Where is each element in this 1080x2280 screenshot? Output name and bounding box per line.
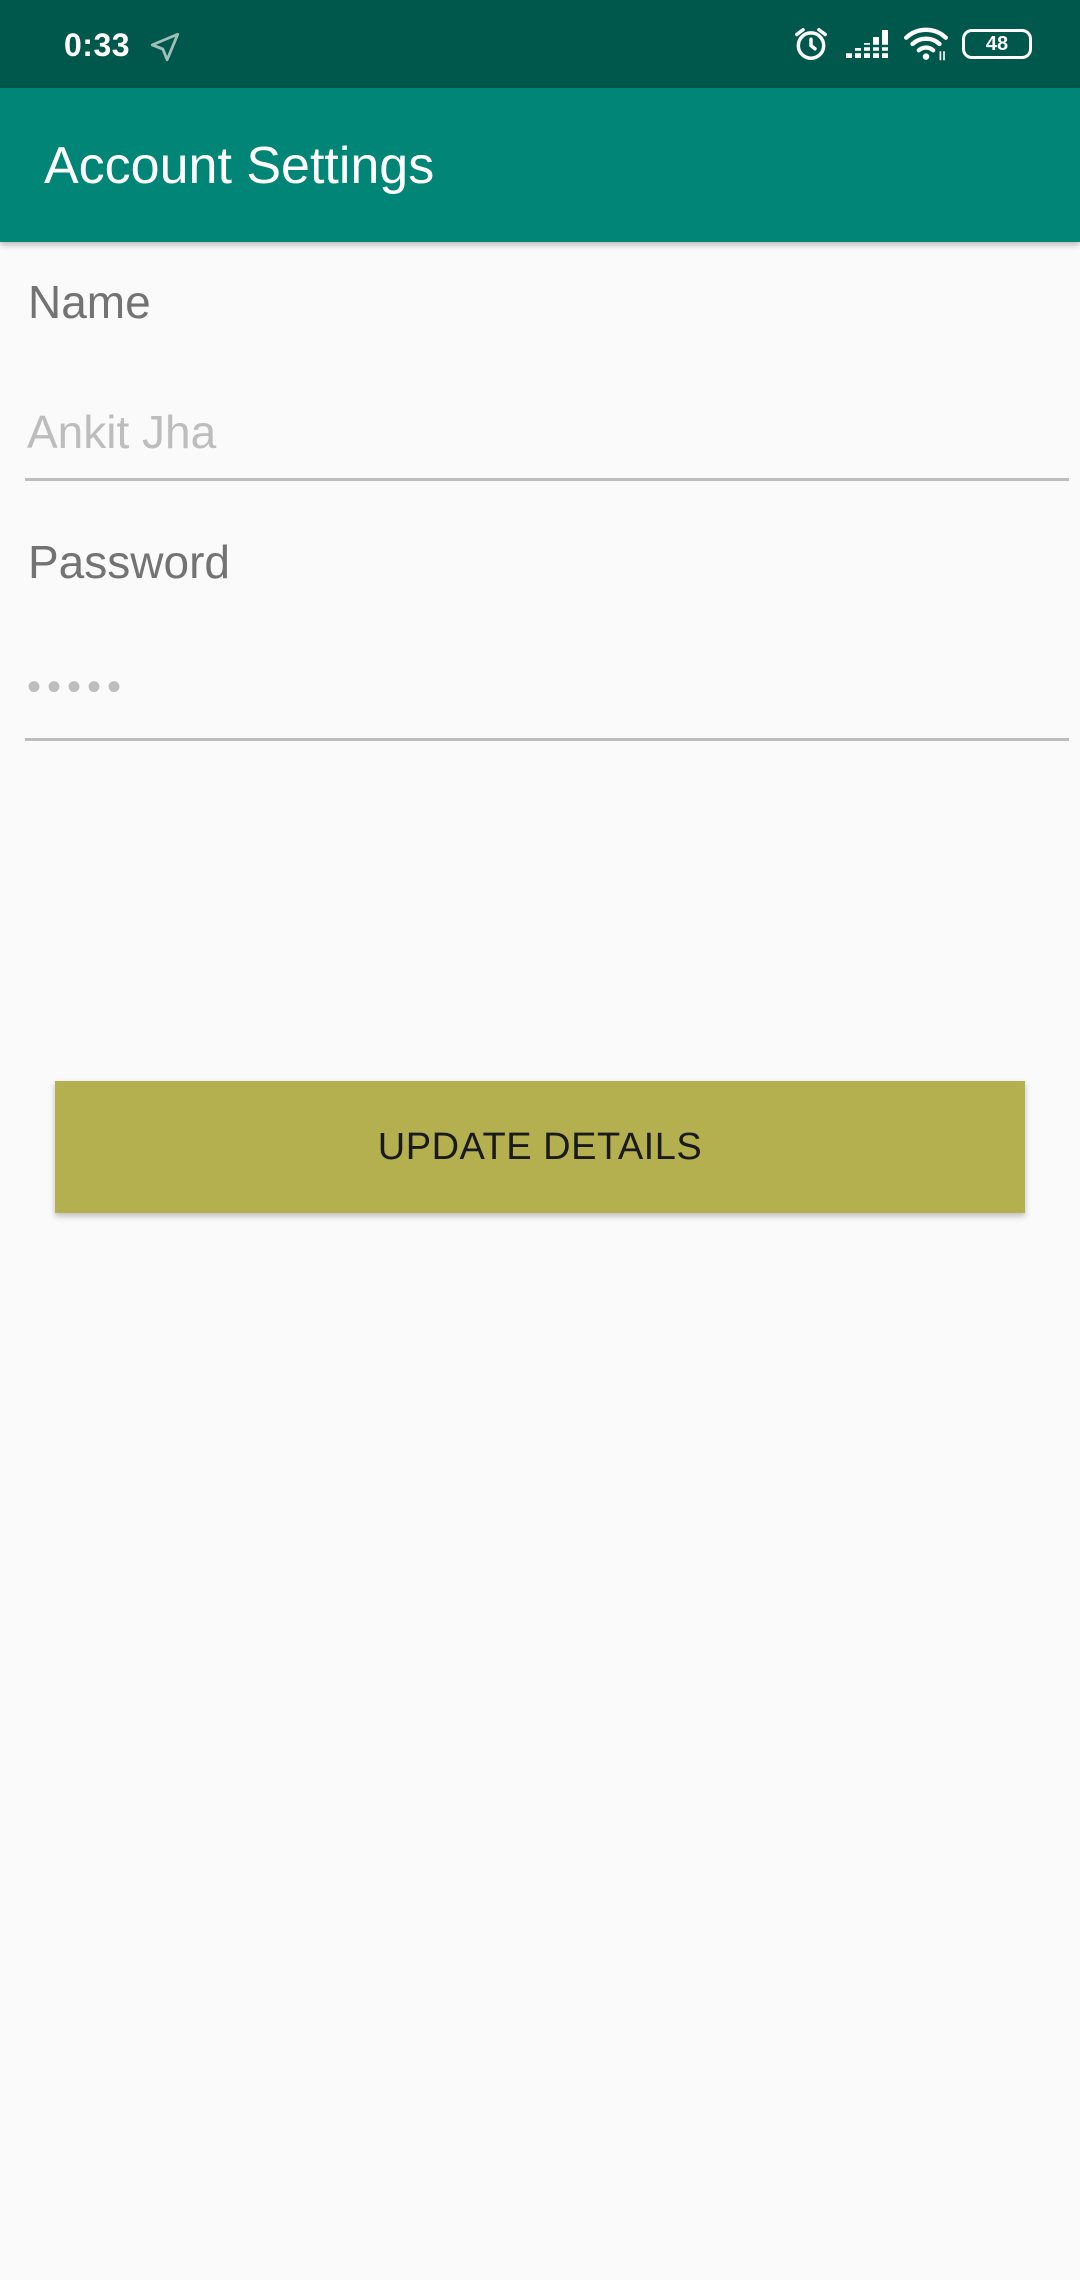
alarm-icon bbox=[792, 25, 830, 63]
status-icons: 48 bbox=[792, 24, 1032, 64]
update-details-button[interactable]: UPDATE DETAILS bbox=[55, 1081, 1025, 1213]
page-title: Account Settings bbox=[44, 137, 435, 195]
password-input[interactable] bbox=[25, 655, 1069, 741]
name-label: Name bbox=[28, 276, 151, 328]
app-bar: Account Settings bbox=[0, 88, 1080, 242]
battery-icon: 48 bbox=[962, 29, 1032, 59]
battery-level: 48 bbox=[985, 33, 1009, 55]
name-input[interactable] bbox=[25, 395, 1069, 481]
wifi-icon bbox=[904, 26, 948, 62]
status-time: 0:33 bbox=[64, 27, 131, 63]
account-settings-form: Name Password UPDATE DETAILS bbox=[0, 242, 1080, 2280]
signal-icon bbox=[844, 27, 890, 61]
location-arrow-icon bbox=[148, 30, 182, 64]
password-label: Password bbox=[28, 536, 230, 588]
status-bar: 0:33 48 bbox=[0, 0, 1080, 88]
